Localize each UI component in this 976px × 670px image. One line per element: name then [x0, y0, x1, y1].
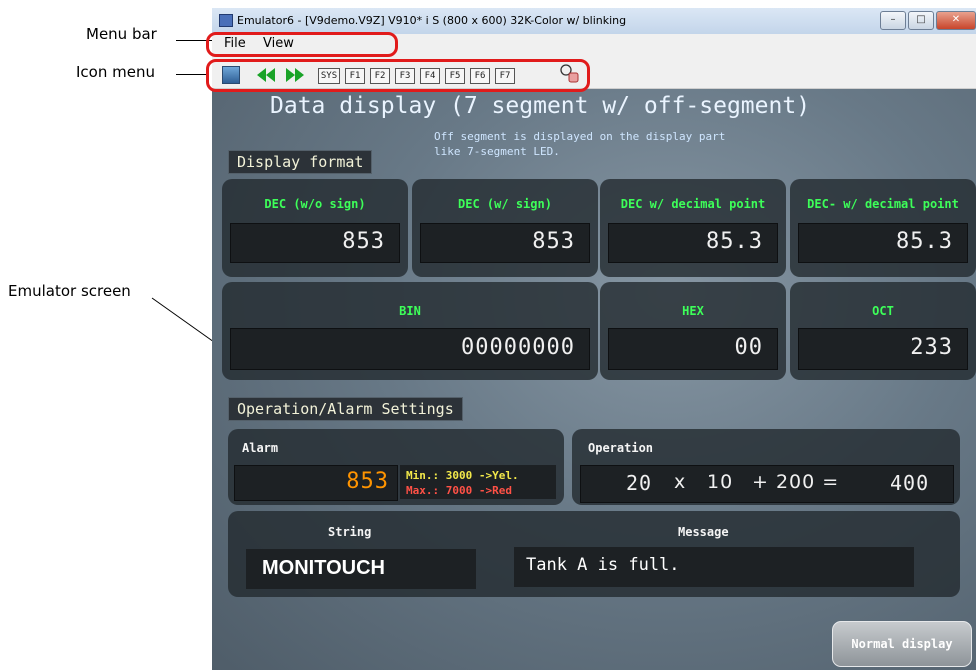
- string-label: String: [328, 525, 372, 539]
- dec-sign-label: DEC (w/ sign): [458, 197, 552, 211]
- emulator-window: Emulator6 - [V9demo.V9Z] V910* i S (800 …: [206, 8, 976, 670]
- alarm-max: Max.: 7000 ->Red: [406, 484, 512, 497]
- dec-no-sign-panel: DEC (w/o sign) 853: [222, 179, 408, 277]
- close-icon[interactable]: ✕: [936, 11, 976, 30]
- menu-bar-highlight: [206, 32, 398, 57]
- operation-operand-b: 10: [707, 471, 734, 493]
- maximize-icon[interactable]: □: [908, 11, 934, 30]
- operation-panel: Operation 20 x 10 + 200 = 400: [572, 429, 960, 505]
- dec-minus-point-panel: DEC- w/ decimal point 85.3: [790, 179, 976, 277]
- title-bar: Emulator6 - [V9demo.V9Z] V910* i S (800 …: [212, 8, 976, 34]
- dec-sign-panel: DEC (w/ sign) 853: [412, 179, 598, 277]
- operation-result: 400: [890, 471, 930, 495]
- dec-sign-value: 853: [532, 229, 575, 254]
- icon-menu-highlight: [206, 59, 590, 92]
- message-label: Message: [678, 525, 729, 539]
- oct-value: 233: [910, 335, 953, 360]
- oct-label: OCT: [872, 304, 894, 318]
- alarm-label: Alarm: [242, 441, 279, 455]
- operation-label: Operation: [588, 441, 654, 455]
- screen-note-2: like 7-segment LED.: [434, 145, 560, 158]
- hex-panel: HEX 00: [600, 282, 786, 380]
- display-format-header: Display format: [228, 150, 373, 174]
- normal-display-button[interactable]: Normal display: [832, 621, 972, 667]
- alarm-min: Min.: 3000 ->Yel.: [406, 469, 519, 482]
- string-display: MONITOUCH: [246, 549, 476, 589]
- operation-alarm-header: Operation/Alarm Settings: [228, 397, 463, 421]
- message-value: Tank A is full.: [526, 555, 680, 575]
- operation-times-sign: x: [674, 471, 687, 493]
- dec-point-value: 85.3: [706, 229, 763, 254]
- minimize-icon[interactable]: –: [880, 11, 906, 30]
- bin-display: 00000000: [230, 328, 590, 370]
- oct-panel: OCT 233: [790, 282, 976, 380]
- annotation-menu-bar: Menu bar: [86, 25, 157, 43]
- dec-no-sign-value: 853: [342, 229, 385, 254]
- alarm-panel: Alarm 853 Min.: 3000 ->Yel. Max.: 7000 -…: [228, 429, 564, 505]
- dec-minus-point-display: 85.3: [798, 223, 968, 263]
- oct-display: 233: [798, 328, 968, 370]
- dec-sign-display: 853: [420, 223, 590, 263]
- bin-value: 00000000: [461, 335, 575, 360]
- dec-minus-point-label: DEC- w/ decimal point: [807, 197, 959, 211]
- dec-point-display: 85.3: [608, 223, 778, 263]
- hex-label: HEX: [682, 304, 704, 318]
- annotation-icon-menu: Icon menu: [76, 63, 155, 81]
- operation-operand-a: 20: [626, 471, 653, 495]
- string-message-panel: String MONITOUCH Message Tank A is full.: [228, 511, 960, 597]
- dec-no-sign-display: 853: [230, 223, 400, 263]
- hex-value: 00: [734, 335, 763, 360]
- window-title: Emulator6 - [V9demo.V9Z] V910* i S (800 …: [237, 14, 627, 27]
- string-value: MONITOUCH: [262, 557, 385, 579]
- dec-no-sign-label: DEC (w/o sign): [264, 197, 366, 211]
- message-display: Tank A is full.: [514, 547, 914, 587]
- dec-minus-point-value: 85.3: [896, 229, 953, 254]
- operation-plus-term: + 200 =: [752, 471, 840, 493]
- annotation-emulator-screen-line: [151, 297, 215, 343]
- app-icon: [219, 14, 233, 27]
- alarm-display: 853: [234, 465, 398, 501]
- dec-point-panel: DEC w/ decimal point 85.3: [600, 179, 786, 277]
- annotation-icon-menu-line: [176, 74, 208, 75]
- bin-panel: BIN 00000000: [222, 282, 598, 380]
- dec-point-label: DEC w/ decimal point: [620, 197, 766, 211]
- screen-title: Data display (7 segment w/ off-segment): [270, 93, 811, 119]
- screen-note-1: Off segment is displayed on the display …: [434, 130, 726, 143]
- alarm-value: 853: [346, 469, 389, 494]
- bin-label: BIN: [399, 304, 421, 318]
- annotation-emulator-screen: Emulator screen: [8, 282, 131, 300]
- hex-display: 00: [608, 328, 778, 370]
- emulator-screen: Data display (7 segment w/ off-segment) …: [212, 89, 976, 670]
